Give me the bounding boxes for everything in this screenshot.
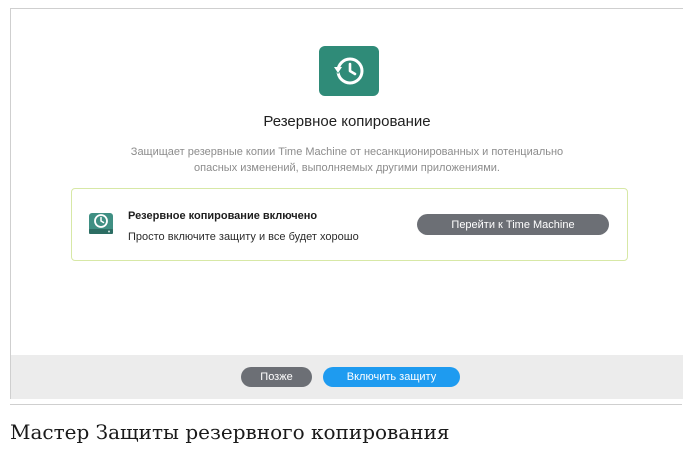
open-time-machine-button[interactable]: Перейти к Time Machine (417, 214, 609, 235)
status-title: Резервное копирование включено (128, 210, 318, 222)
figure-caption: Мастер Защиты резервного копирования (10, 420, 450, 444)
backup-protection-dialog: Резервное копирование Защищает резервные… (10, 8, 683, 399)
enable-protection-button[interactable]: Включить защиту (323, 367, 460, 387)
caption-divider (10, 404, 682, 405)
later-button[interactable]: Позже (241, 367, 312, 387)
dialog-footer: Позже Включить защиту (11, 355, 683, 399)
dialog-description: Защищает резервные копии Time Machine от… (71, 144, 623, 176)
backup-status-card: Резервное копирование включено Просто вк… (71, 188, 628, 261)
dialog-title: Резервное копирование (263, 113, 431, 130)
backup-disk-icon (86, 209, 116, 239)
description-line-2: опасных изменений, выполняемых другими п… (194, 162, 500, 174)
description-line-1: Защищает резервные копии Time Machine от… (130, 146, 564, 158)
time-machine-icon (319, 46, 379, 96)
status-subtitle: Просто включите защиту и все будет хорош… (128, 231, 359, 243)
